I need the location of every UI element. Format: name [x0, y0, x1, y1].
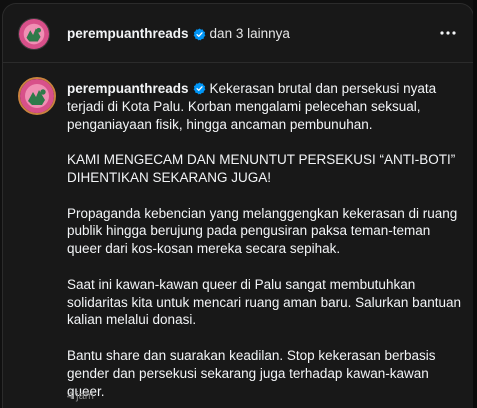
post-paragraph: perempuanthreads Kekerasan brutal dan per…	[67, 80, 462, 133]
scrollbar[interactable]	[473, 0, 477, 408]
post-text: perempuanthreads Kekerasan brutal dan per…	[67, 80, 462, 400]
verified-badge-icon	[193, 82, 206, 95]
post-paragraph: KAMI MENGECAM DAN MENUNTUT PERSEKUSI “AN…	[67, 152, 456, 185]
post-paragraph: Bantu share dan suarakan keadilan. Stop …	[67, 347, 436, 399]
post-paragraph: Saat ini kawan-kawan queer di Palu sanga…	[67, 276, 461, 328]
post-paragraph: Propaganda kebencian yang melanggengkan …	[67, 205, 458, 257]
post-timestamp[interactable]: 4 jam	[67, 390, 94, 402]
post-username[interactable]: perempuanthreads	[67, 81, 189, 96]
header-username[interactable]: perempuanthreads	[67, 26, 189, 42]
thread-header: perempuanthreads dan 3 lainnya	[3, 4, 473, 63]
verified-badge-icon	[193, 27, 206, 41]
post-avatar[interactable]	[18, 77, 56, 115]
header-authors: perempuanthreads dan 3 lainnya	[67, 26, 290, 42]
ellipsis-icon	[440, 31, 456, 35]
avatar[interactable]	[18, 18, 50, 50]
post-body: perempuanthreads Kekerasan brutal dan per…	[67, 80, 462, 408]
thread-panel: perempuanthreads dan 3 lainnya perempuan…	[2, 3, 474, 408]
avatar-image	[19, 19, 49, 49]
avatar-image	[20, 79, 54, 113]
header-others-link[interactable]: dan 3 lainnya	[210, 26, 290, 42]
more-options-button[interactable]	[437, 24, 459, 42]
